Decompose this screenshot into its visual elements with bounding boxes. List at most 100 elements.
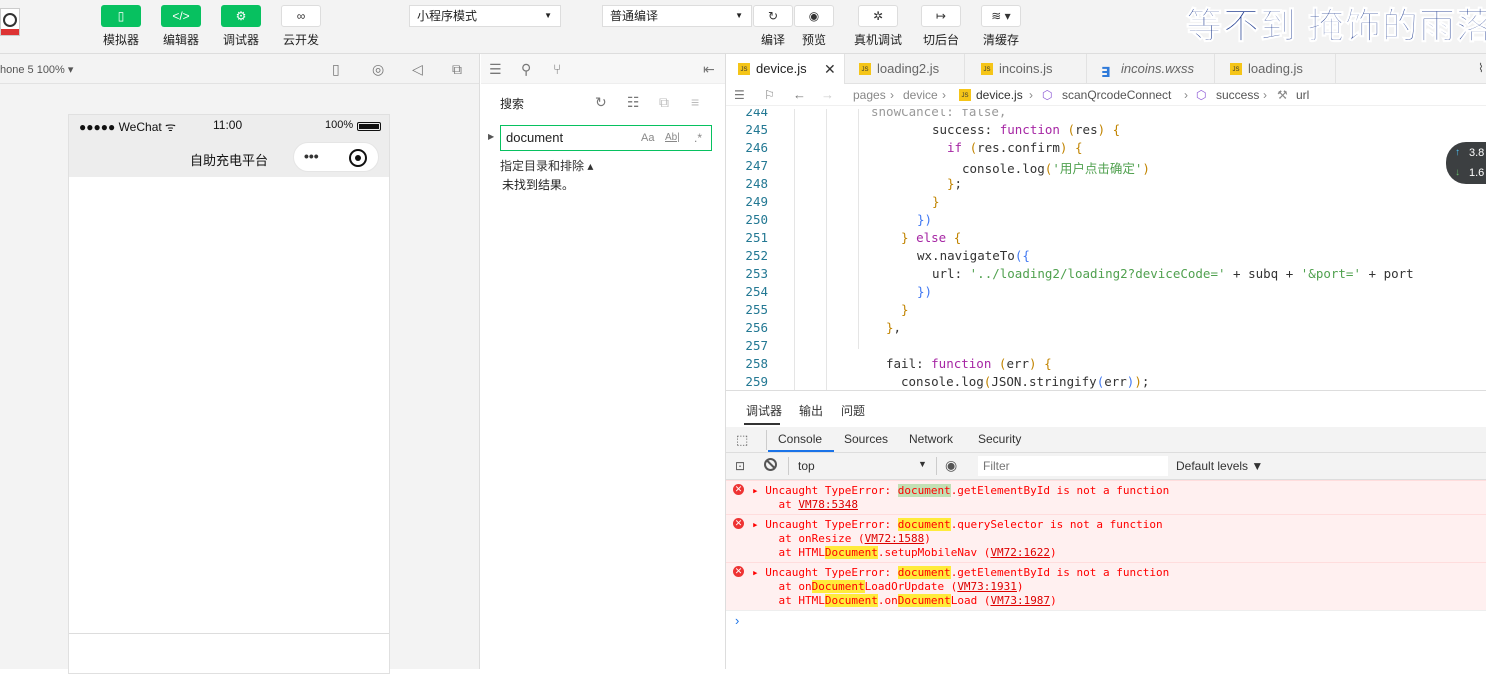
console-input[interactable]: [748, 612, 1478, 630]
match-case-toggle[interactable]: Aa: [641, 126, 654, 150]
breadcrumb-item[interactable]: device: [903, 84, 938, 106]
tab-incoins-wxss[interactable]: ∃ incoins.wxss: [1091, 54, 1215, 84]
back-arrow-icon[interactable]: ←: [793, 87, 806, 103]
code-area[interactable]: 244 showCancel: false, 245 success: func…: [726, 109, 1486, 390]
log-levels-select[interactable]: Default levels ▼: [1176, 459, 1263, 473]
chevron-right-icon[interactable]: ▶: [488, 132, 494, 141]
line-number: 248: [745, 176, 768, 191]
debugger-button[interactable]: ⚙ 调试器: [220, 5, 262, 48]
clear-cache-button[interactable]: ≋ ▾ 清缓存: [980, 5, 1022, 48]
upload-arrow-icon: ↑: [1455, 147, 1460, 158]
code-line: };: [947, 176, 963, 191]
breadcrumb-item[interactable]: pages: [853, 84, 886, 106]
error-icon: ✕: [733, 518, 744, 529]
tab-output[interactable]: 输出: [799, 402, 823, 419]
collapse-panel-icon[interactable]: ⇤: [703, 61, 715, 77]
breadcrumb-item[interactable]: device.js: [976, 84, 1023, 106]
breadcrumb-item[interactable]: url: [1296, 84, 1309, 106]
search-input[interactable]: document Aa Ab| .*: [500, 125, 712, 151]
bookmark-icon[interactable]: ⚐: [764, 87, 775, 103]
tab-network[interactable]: Network: [909, 432, 953, 446]
close-icon[interactable]: ✕: [824, 54, 836, 84]
new-search-editor-icon[interactable]: ⧉: [659, 94, 669, 110]
page-title: 自助充电平台: [190, 153, 269, 168]
console-error-entry[interactable]: ✕ ▸ Uncaught TypeError: document.querySe…: [726, 514, 1486, 562]
list-icon[interactable]: ☰: [489, 61, 502, 77]
editor-button[interactable]: </> 编辑器: [160, 5, 202, 48]
tab-problems[interactable]: 问题: [841, 402, 865, 419]
tab-loading2-js[interactable]: JS loading2.js: [847, 54, 965, 84]
error-icon: ✕: [733, 484, 744, 495]
real-debug-button[interactable]: ✲ 真机调试: [850, 5, 906, 48]
collapse-all-icon[interactable]: ≡: [691, 94, 699, 110]
simulator-button[interactable]: ▯ 模拟器: [100, 5, 142, 48]
context-select[interactable]: top ▼: [792, 456, 932, 476]
network-speed-badge[interactable]: ↑ 3.8 ↓ 1.6: [1446, 142, 1486, 184]
eye-icon[interactable]: ◉: [945, 457, 957, 474]
tab-device-js[interactable]: JS device.js ✕: [726, 54, 845, 84]
forward-arrow-icon[interactable]: →: [821, 87, 834, 103]
compile-mode-value: 普通编译: [610, 9, 659, 23]
clear-console-icon[interactable]: [764, 458, 777, 471]
breadcrumb-item[interactable]: scanQrcodeConnect: [1062, 84, 1171, 106]
close-target-icon[interactable]: [349, 149, 367, 167]
tab-console[interactable]: Console: [778, 432, 822, 446]
battery-text: 100%: [325, 119, 354, 131]
devtools-tabs: 调试器 输出 问题: [726, 391, 1486, 427]
tab-loading-js[interactable]: JS loading.js: [1218, 54, 1336, 84]
search-query-text: document: [506, 130, 564, 145]
bug-icon: ✲: [858, 5, 898, 27]
line-number: 255: [745, 302, 768, 317]
line-number: 253: [745, 266, 768, 281]
split-editor-icon[interactable]: ⌇: [1478, 61, 1484, 75]
refresh-icon[interactable]: ↻: [595, 94, 607, 110]
background-button[interactable]: ↦ 切后台: [920, 5, 962, 48]
breadcrumb-item[interactable]: success: [1216, 84, 1259, 106]
cloud-button[interactable]: ∞ 云开发: [280, 5, 322, 48]
window-icon[interactable]: ⧉: [452, 61, 462, 77]
scope-toggle[interactable]: 指定目录和排除 ▴: [500, 157, 593, 174]
simulator-toolbar: hone 5 100% ▾ ▯ ◎ ◁ ⧉: [0, 54, 479, 84]
tab-debugger[interactable]: 调试器: [746, 402, 782, 419]
device-select[interactable]: hone 5 100% ▾: [0, 63, 73, 76]
phone-rotate-icon[interactable]: ▯: [332, 61, 340, 77]
chevron-down-icon: ▼: [544, 11, 552, 20]
breadcrumb: ☰ ⚐ ← → pages › device › JS device.js › …: [726, 84, 1486, 106]
status-bar: ●●●●● WeChat ᯤ 11:00 100%: [69, 115, 389, 137]
preview-button[interactable]: ◉ 预览: [793, 5, 835, 48]
console-filter-input[interactable]: [978, 456, 1168, 476]
volume-icon[interactable]: ◁: [412, 61, 423, 77]
simulator-label: 模拟器: [102, 33, 139, 47]
line-number: 256: [745, 320, 768, 335]
console-error-entry[interactable]: ✕ ▸ Uncaught TypeError: document.getElem…: [726, 562, 1486, 610]
code-line: } else {: [901, 230, 962, 245]
inspect-element-icon[interactable]: ⬚: [736, 432, 748, 448]
console-error-entry[interactable]: ✕ ▸ Uncaught TypeError: document.getElem…: [726, 480, 1486, 514]
more-icon[interactable]: •••: [304, 148, 319, 164]
record-icon[interactable]: ◎: [372, 61, 384, 77]
tab-sources[interactable]: Sources: [844, 432, 888, 446]
js-file-icon: JS: [859, 63, 871, 75]
search-panel: ☰ ⚲ ⑂ ⇤ 搜索 ↻ ☷ ⧉ ≡ ▶ document Aa Ab| .* …: [481, 54, 726, 669]
user-avatar[interactable]: [0, 8, 20, 36]
sidebar-toggle-icon[interactable]: ⊡: [735, 459, 745, 473]
tab-security[interactable]: Security: [978, 432, 1021, 446]
search-icon[interactable]: ⚲: [521, 61, 531, 77]
cloud-icon: ∞: [281, 5, 321, 27]
mode-select[interactable]: 小程序模式 ▼: [409, 5, 561, 27]
match-word-toggle[interactable]: Ab|: [665, 126, 680, 150]
tab-incoins-js[interactable]: JS incoins.js: [969, 54, 1087, 84]
preview-label: 预览: [801, 33, 826, 47]
js-file-icon: JS: [959, 89, 971, 101]
list-icon[interactable]: ☰: [734, 87, 745, 103]
editor-tabs: JS device.js ✕ JS loading2.js JS incoins…: [726, 54, 1486, 84]
editor-label: 编辑器: [162, 33, 199, 47]
battery-icon: [357, 122, 381, 131]
compile-button[interactable]: ↻ 编译: [752, 5, 794, 48]
git-branch-icon[interactable]: ⑂: [553, 61, 561, 77]
code-line: wx.navigateTo({: [917, 248, 1030, 263]
compile-mode-select[interactable]: 普通编译 ▼: [602, 5, 752, 27]
regex-toggle[interactable]: .*: [694, 126, 702, 150]
clear-results-icon[interactable]: ☷: [627, 94, 640, 110]
capsule-menu: •••: [293, 142, 379, 172]
